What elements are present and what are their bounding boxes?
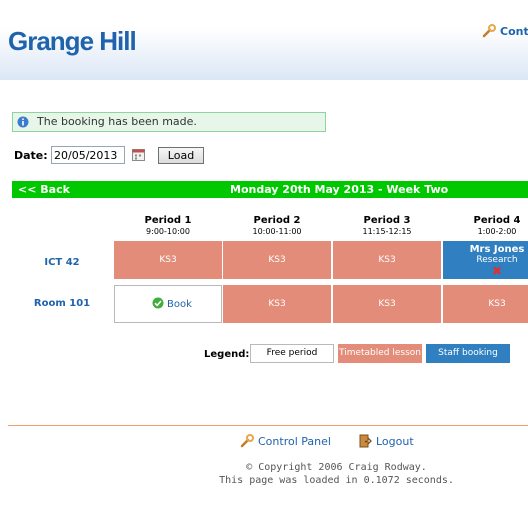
period-name: Period 3	[363, 215, 411, 226]
logout-door-icon	[358, 434, 372, 448]
date-label: Date:	[14, 149, 48, 162]
period-header-2: Period 2 10:00-11:00	[223, 215, 331, 236]
room-101-link[interactable]: Room 101	[12, 298, 112, 309]
control-panel-label: Control Panel	[258, 435, 331, 448]
period-time: 10:00-11:00	[252, 227, 302, 236]
cancel-booking-icon[interactable]: ✖	[443, 265, 528, 277]
legend-free-period: Free period	[250, 344, 334, 363]
check-circle-icon	[152, 297, 164, 309]
timetabled-lesson-cell: KS3	[333, 241, 441, 279]
period-name: Period 4	[473, 215, 521, 226]
period-time: 11:15-12:15	[362, 227, 412, 236]
logout-label: Logout	[376, 435, 414, 448]
period-header-3: Period 3 11:15-12:15	[333, 215, 441, 236]
control-panel-top-link[interactable]: Cont	[482, 24, 528, 38]
flash-text: The booking has been made.	[37, 115, 197, 128]
staff-booking-cell: Mrs Jones Research ✖	[443, 241, 528, 279]
week-title: Monday 20th May 2013 - Week Two	[230, 183, 449, 196]
timetabled-lesson-cell: KS3	[443, 285, 528, 323]
timetabled-lesson-cell: KS3	[223, 241, 331, 279]
logout-link[interactable]: Logout	[358, 434, 414, 448]
legend-label: Legend:	[204, 349, 250, 360]
timetabled-lesson-cell: KS3	[223, 285, 331, 323]
legend-staff-booking: Staff booking	[426, 344, 510, 363]
timetabled-lesson-cell: KS3	[114, 241, 222, 279]
week-navigation-bar: << Back Monday 20th May 2013 - Week Two	[12, 181, 528, 198]
page-header: Grange Hill Cont	[0, 0, 528, 80]
back-link[interactable]: << Back	[18, 181, 70, 198]
room-ict42-link[interactable]: ICT 42	[12, 257, 112, 268]
book-link[interactable]: Book	[152, 297, 192, 310]
period-name: Period 1	[144, 215, 192, 226]
book-label: Book	[167, 299, 192, 310]
free-period-cell[interactable]: Book	[114, 285, 222, 323]
booking-success-message: The booking has been made.	[12, 112, 326, 132]
period-time: 1:00-2:00	[477, 227, 517, 236]
booking-user: Mrs Jones	[469, 244, 525, 255]
period-header-1: Period 1 9:00-10:00	[114, 215, 222, 236]
period-name: Period 2	[253, 215, 301, 226]
booking-note: Research	[476, 255, 518, 265]
load-button[interactable]: Load	[158, 147, 204, 164]
period-time: 9:00-10:00	[146, 227, 190, 236]
footer-divider	[8, 425, 528, 426]
control-panel-link[interactable]: Control Panel	[240, 434, 331, 448]
footer-copyright: © Copyright 2006 Craig Rodway. This page…	[0, 461, 528, 487]
wrench-icon	[240, 434, 254, 448]
info-icon	[17, 116, 29, 128]
period-header-4: Period 4 1:00-2:00	[443, 215, 528, 236]
timetabled-lesson-cell: KS3	[333, 285, 441, 323]
legend-timetabled-lesson: Timetabled lesson	[338, 344, 422, 363]
copyright-text: © Copyright 2006 Craig Rodway.	[246, 462, 427, 473]
calendar-icon[interactable]	[132, 148, 145, 161]
site-logo[interactable]: Grange Hill	[8, 26, 137, 57]
control-panel-top-label: Cont	[500, 25, 528, 38]
wrench-icon	[482, 24, 496, 38]
page-load-time: This page was loaded in 0.1072 seconds.	[219, 475, 454, 486]
date-input[interactable]	[51, 146, 125, 164]
